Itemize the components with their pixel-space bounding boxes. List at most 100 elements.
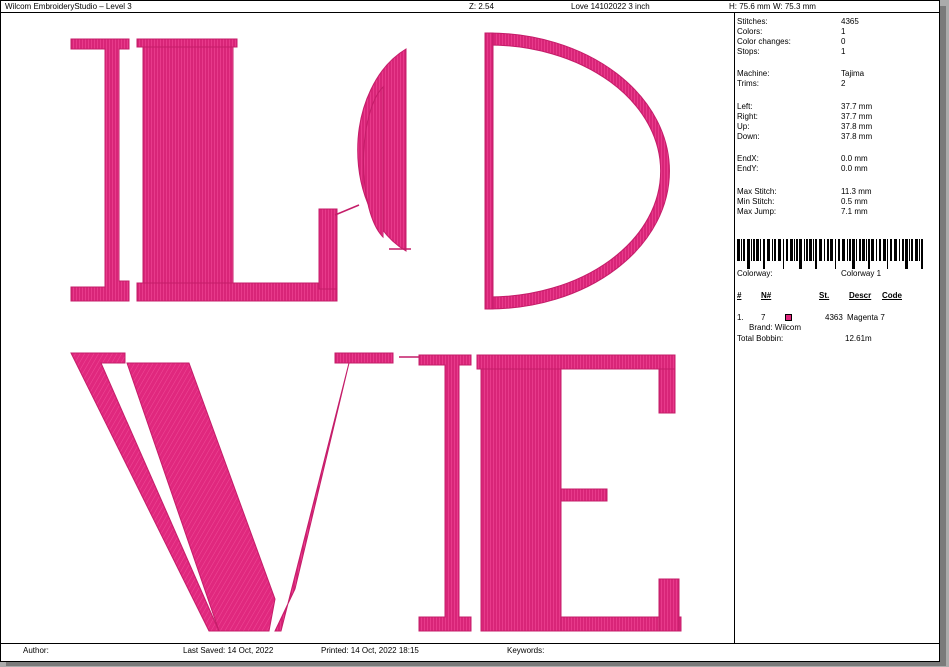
up-label: Up: [737, 122, 750, 131]
total-bobbin-label: Total Bobbin: [737, 334, 784, 343]
keywords-label: Keywords: [507, 646, 545, 655]
barcode-bar [796, 239, 798, 261]
barcode-bar [890, 239, 892, 261]
barcode-bar [743, 239, 745, 261]
machine-label: Machine: [737, 69, 770, 78]
col-header-needle: N# [761, 291, 772, 300]
total-bobbin-value: 12.61m [845, 334, 872, 343]
barcode-bar [756, 239, 759, 261]
barcode-bar [862, 239, 865, 261]
thread-color-swatch [785, 314, 792, 321]
letter-v [70, 352, 419, 632]
barcode-bar [859, 239, 861, 261]
embroidery-design [19, 19, 733, 643]
printed-date: Printed: 14 Oct, 2022 18:15 [321, 646, 419, 655]
barcode-bar [809, 239, 812, 261]
barcode-bar [806, 239, 808, 261]
barcode-bar [842, 239, 845, 261]
barcode-bar [915, 239, 918, 261]
barcode-bar [830, 239, 833, 261]
design-name: Love 14102022 3 inch [571, 2, 650, 11]
barcode-bar [786, 239, 788, 261]
barcode-bar [751, 239, 752, 261]
colorway-label: Colorway: [737, 269, 773, 278]
col-header-stitches: St. [819, 291, 830, 300]
barcode-bar [827, 239, 829, 261]
barcode-bar [868, 239, 870, 269]
col-header-index: # [737, 291, 742, 300]
row-stitches: 4363 [825, 313, 843, 322]
barcode-bar [813, 239, 814, 261]
barcode-bar [911, 239, 913, 261]
barcode-bar [838, 239, 840, 261]
stops-value: 1 [841, 47, 846, 56]
zoom-level: Z: 2.54 [469, 2, 494, 11]
barcode-bar [815, 239, 817, 269]
right-value: 37.7 mm [841, 112, 873, 121]
barcode-bar [804, 239, 805, 261]
machine-value: Tajima [841, 69, 865, 78]
color-changes-value: 0 [841, 37, 846, 46]
barcode-bar [866, 239, 867, 261]
colorway-value: Colorway 1 [841, 269, 882, 278]
header-divider [1, 12, 939, 13]
letter-e [418, 354, 682, 632]
barcode-bar [879, 239, 881, 261]
barcode-bar [819, 239, 822, 261]
col-header-code: Code [882, 291, 902, 300]
app-title: Wilcom EmbroideryStudio – Level 3 [5, 2, 132, 11]
barcode-bar [794, 239, 795, 261]
barcode-graphic [737, 239, 923, 269]
barcode-bar [849, 239, 851, 261]
min-stitch-value: 0.5 mm [841, 197, 868, 206]
trims-value: 2 [841, 79, 846, 88]
max-jump-value: 7.1 mm [841, 207, 868, 216]
endy-value: 0.0 mm [841, 164, 868, 173]
left-label: Left: [737, 102, 753, 111]
barcode-bar [753, 239, 755, 261]
row-needle: 7 [761, 313, 766, 322]
down-label: Down: [737, 132, 760, 141]
barcode-bar [835, 239, 836, 269]
barcode-bar [905, 239, 908, 269]
barcode-bar [899, 239, 900, 261]
barcode-bar [763, 239, 765, 269]
barcode-bar [902, 239, 904, 261]
barcode-bar [741, 239, 742, 261]
max-stitch-value: 11.3 mm [841, 187, 872, 196]
barcode-bar [760, 239, 761, 261]
barcode-bar [883, 239, 886, 261]
letter-o [334, 32, 670, 310]
up-value: 37.8 mm [841, 122, 873, 131]
col-header-descr: Descr [849, 291, 872, 300]
color-changes-label: Color changes: [737, 37, 791, 46]
barcode-bar [852, 239, 855, 269]
footer-divider [1, 643, 939, 644]
barcode-bar [824, 239, 825, 261]
left-value: 37.7 mm [841, 102, 873, 111]
panel-divider [734, 12, 735, 643]
design-width: W: 75.3 mm [773, 2, 816, 11]
barcode-bar [778, 239, 781, 261]
barcode-bar [783, 239, 784, 269]
endx-label: EndX: [737, 154, 759, 163]
letter-l [70, 38, 338, 302]
barcode-bar [847, 239, 848, 261]
barcode-bar [774, 239, 776, 261]
barcode-bar [876, 239, 877, 261]
author-label: Author: [23, 646, 49, 655]
design-barcode [737, 239, 925, 269]
barcode-bar [767, 239, 770, 261]
barcode-bar [737, 239, 740, 261]
print-preview-sheet: Wilcom EmbroideryStudio – Level 3 Z: 2.5… [0, 0, 940, 662]
barcode-bar [921, 239, 923, 269]
barcode-bar [772, 239, 773, 261]
barcode-bar [909, 239, 910, 261]
colors-value: 1 [841, 27, 846, 36]
row-descr: Magenta 7 [847, 313, 885, 322]
right-label: Right: [737, 112, 758, 121]
last-saved: Last Saved: 14 Oct, 2022 [183, 646, 274, 655]
endx-value: 0.0 mm [841, 154, 868, 163]
page-shadow-bottom [6, 662, 946, 666]
colors-label: Colors: [737, 27, 763, 36]
